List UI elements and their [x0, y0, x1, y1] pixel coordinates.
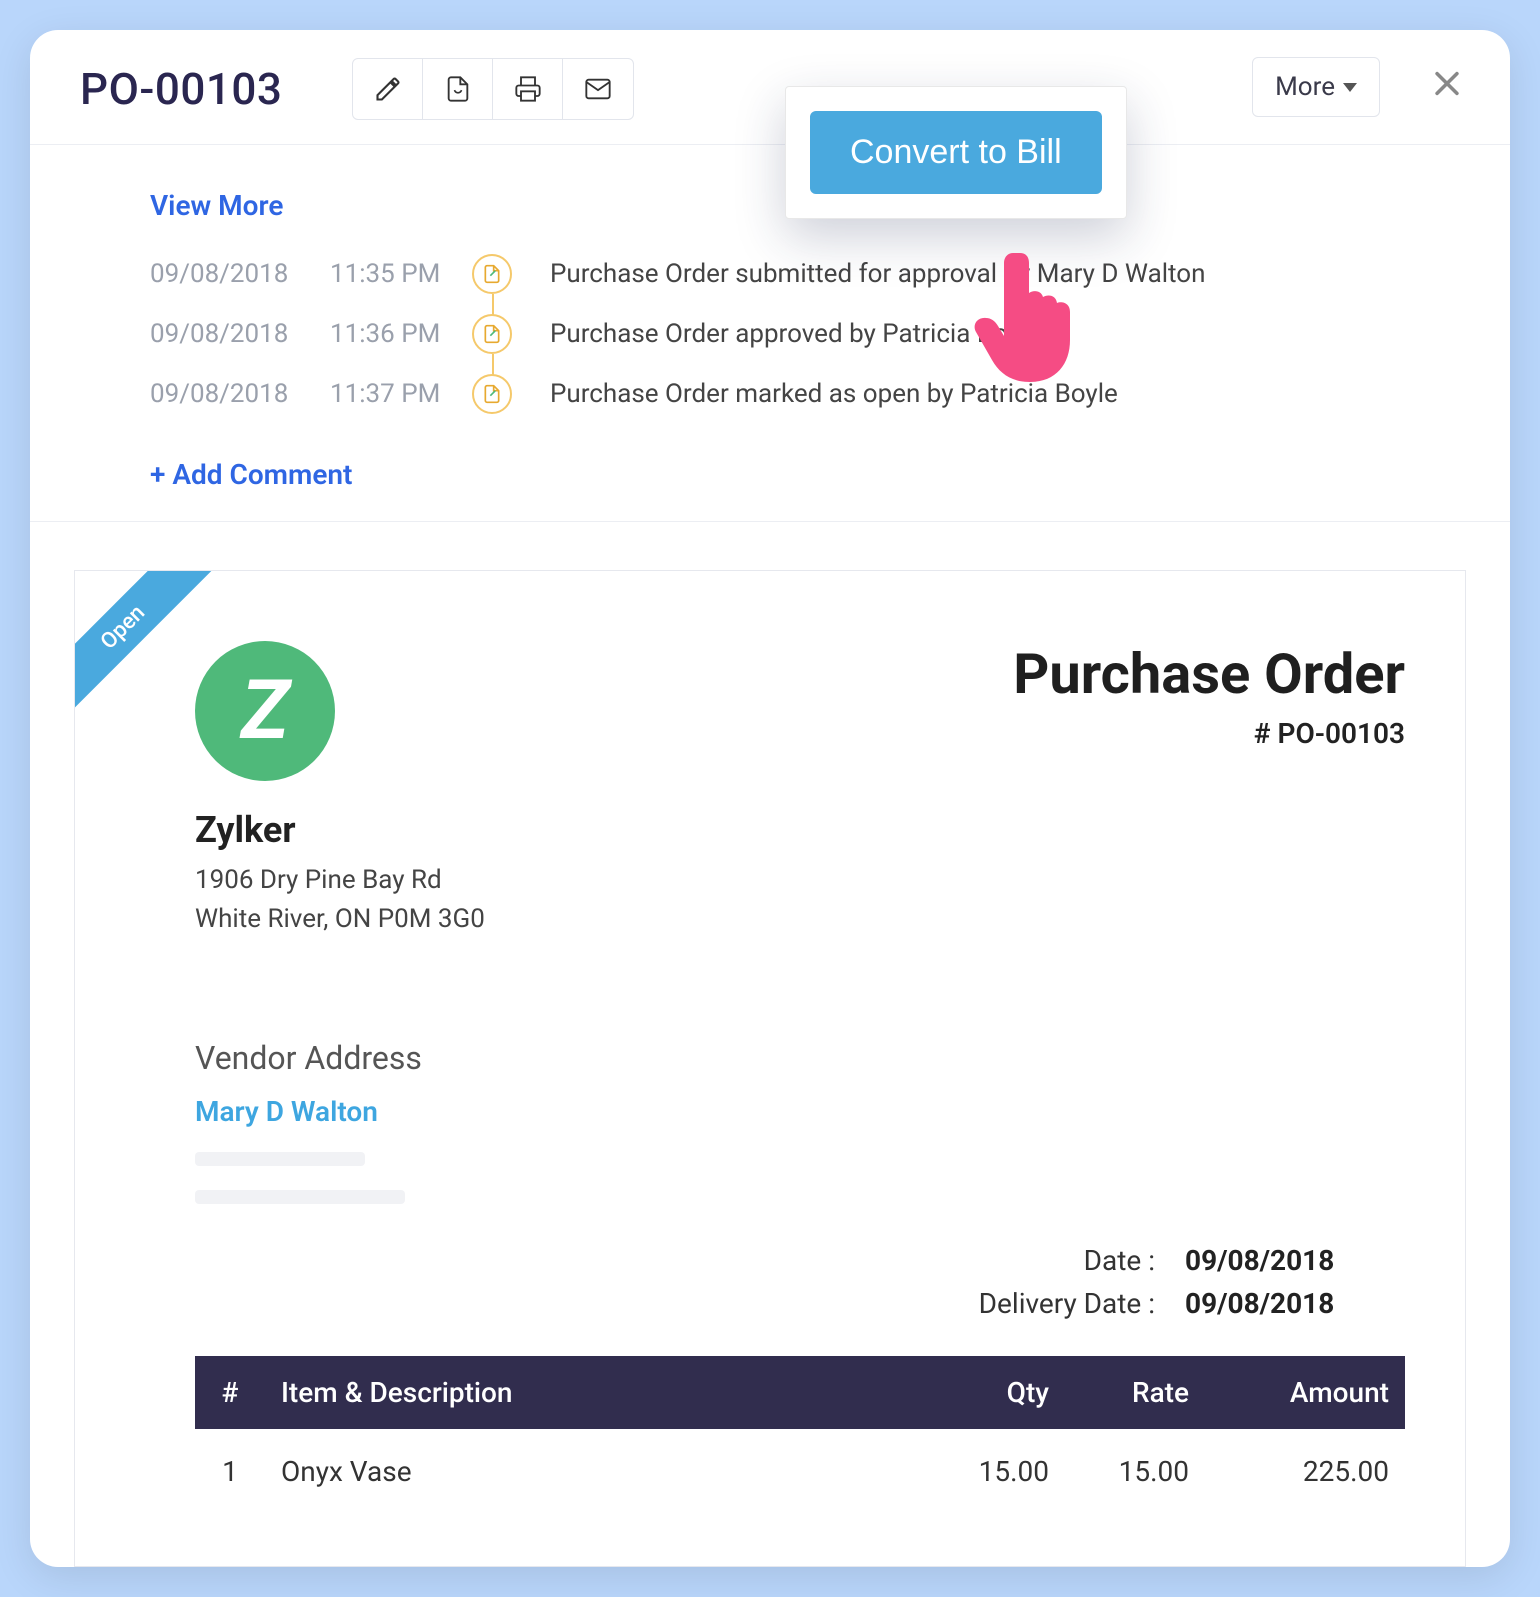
activity-section: View More 09/08/2018 11:35 PM Purchase O… [30, 145, 1510, 521]
document-number: # PO-00103 [1013, 717, 1405, 750]
cell-rate: 15.00 [1065, 1429, 1205, 1514]
cell-num: 1 [195, 1429, 265, 1514]
col-amount: Amount [1205, 1356, 1405, 1429]
col-qty: Qty [945, 1356, 1065, 1429]
document-edit-icon [472, 374, 512, 414]
placeholder-line [195, 1152, 365, 1166]
timeline-time: 11:37 PM [330, 379, 460, 409]
meta-value: 09/08/2018 [1185, 1287, 1405, 1320]
action-toolbar [352, 58, 634, 120]
col-item: Item & Description [265, 1356, 945, 1429]
col-num: # [195, 1356, 265, 1429]
meta-label: Delivery Date : [955, 1287, 1185, 1320]
caret-down-icon [1343, 83, 1357, 92]
company-block: Z Zylker 1906 Dry Pine Bay Rd White Rive… [195, 641, 485, 939]
print-button[interactable] [493, 59, 563, 119]
meta-value: 09/08/2018 [1185, 1244, 1405, 1277]
company-name: Zylker [195, 809, 485, 851]
pdf-button[interactable] [423, 59, 493, 119]
header-bar: PO-00103 More [30, 30, 1510, 145]
placeholder-line [195, 1190, 405, 1204]
more-dropdown[interactable]: More [1252, 57, 1380, 117]
timeline-time: 11:36 PM [330, 319, 460, 349]
po-detail-window: PO-00103 More Convert to Bill [30, 30, 1510, 1567]
timeline-time: 11:35 PM [330, 259, 460, 289]
printer-icon [514, 75, 542, 103]
edit-button[interactable] [353, 59, 423, 119]
timeline-entry: 09/08/2018 11:35 PM Purchase Order submi… [150, 254, 1450, 294]
close-button[interactable] [1424, 61, 1470, 114]
document-title: Purchase Order [1013, 641, 1405, 707]
convert-to-bill-button[interactable]: Convert to Bill [810, 111, 1102, 194]
timeline-entry: 09/08/2018 11:37 PM Purchase Order marke… [150, 374, 1450, 414]
timeline-text: Purchase Order submitted for approval by… [550, 259, 1205, 289]
convert-popover: Convert to Bill [785, 86, 1127, 219]
company-address-line1: 1906 Dry Pine Bay Rd [195, 861, 485, 900]
add-comment-link[interactable]: + Add Comment [150, 458, 352, 491]
meta-row-date: Date : 09/08/2018 [955, 1244, 1405, 1277]
table-header-row: # Item & Description Qty Rate Amount [195, 1356, 1405, 1429]
mail-icon [584, 75, 612, 103]
timeline-date: 09/08/2018 [150, 379, 330, 409]
vendor-section: Vendor Address Mary D Walton [195, 1039, 1405, 1204]
cell-amount: 225.00 [1205, 1429, 1405, 1514]
email-button[interactable] [563, 59, 633, 119]
pdf-icon [444, 75, 472, 103]
document-header: Z Zylker 1906 Dry Pine Bay Rd White Rive… [195, 641, 1405, 939]
page-title: PO-00103 [80, 63, 282, 115]
document-edit-icon [472, 314, 512, 354]
company-address-line2: White River, ON P0M 3G0 [195, 900, 485, 939]
items-table: # Item & Description Qty Rate Amount 1 O… [195, 1356, 1405, 1514]
timeline-entry: 09/08/2018 11:36 PM Purchase Order appro… [150, 314, 1450, 354]
purchase-order-document: Open Z Zylker 1906 Dry Pine Bay Rd White… [74, 570, 1466, 1567]
timeline-text: Purchase Order marked as open by Patrici… [550, 379, 1118, 409]
table-row: 1 Onyx Vase 15.00 15.00 225.00 [195, 1429, 1405, 1514]
view-more-link[interactable]: View More [150, 189, 283, 222]
meta-row-delivery: Delivery Date : 09/08/2018 [955, 1287, 1405, 1320]
timeline-date: 09/08/2018 [150, 259, 330, 289]
vendor-name-link[interactable]: Mary D Walton [195, 1095, 378, 1128]
pencil-icon [374, 75, 402, 103]
document-title-block: Purchase Order # PO-00103 [1013, 641, 1405, 750]
cell-desc: Onyx Vase [265, 1429, 945, 1514]
timeline-text: Purchase Order approved by Patricia Boyl… [550, 319, 1040, 349]
timeline-date: 09/08/2018 [150, 319, 330, 349]
company-logo: Z [195, 641, 335, 781]
cell-qty: 15.00 [945, 1429, 1065, 1514]
document-container: Open Z Zylker 1906 Dry Pine Bay Rd White… [30, 521, 1510, 1567]
vendor-heading: Vendor Address [195, 1039, 1405, 1077]
col-rate: Rate [1065, 1356, 1205, 1429]
close-icon [1430, 67, 1464, 101]
meta-table: Date : 09/08/2018 Delivery Date : 09/08/… [195, 1244, 1405, 1320]
meta-label: Date : [955, 1244, 1185, 1277]
more-label: More [1275, 72, 1335, 102]
document-edit-icon [472, 254, 512, 294]
